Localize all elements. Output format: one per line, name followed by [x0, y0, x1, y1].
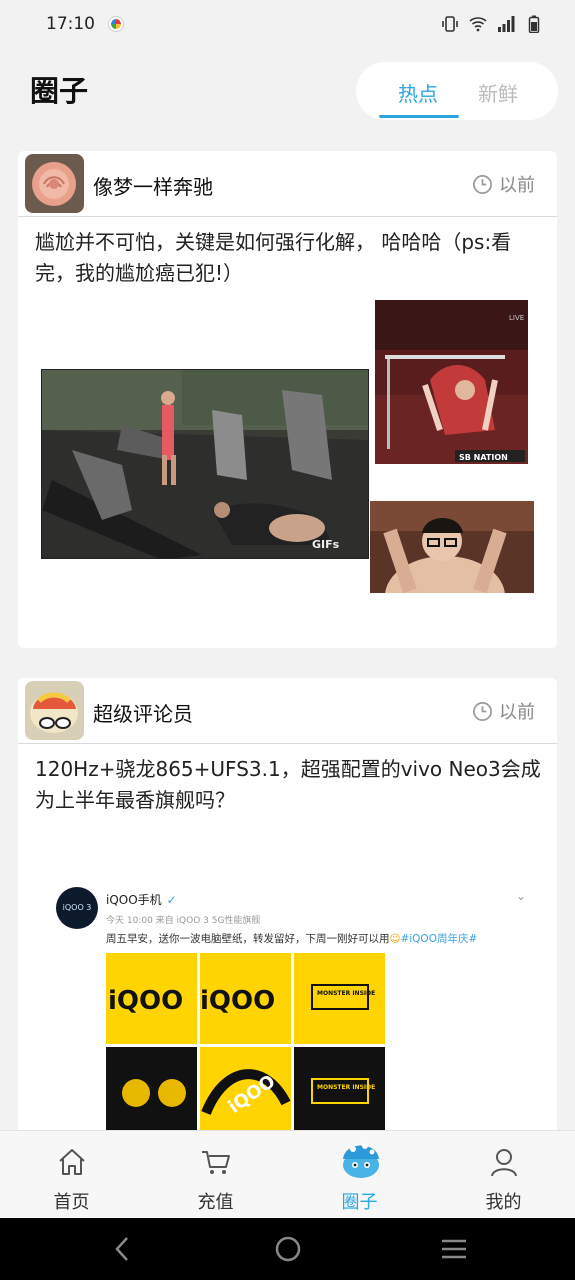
- post-image-gymnast[interactable]: SB NATION LIVE: [375, 300, 528, 464]
- post-image-iqoo-screenshot[interactable]: iQOO 3 iQOO手机 ✓ 今天 10:00 来自 iQOO 3 5G性能旗…: [54, 883, 534, 1138]
- home-circle-icon[interactable]: [274, 1234, 302, 1264]
- header: 圈子 热点 新鲜: [0, 48, 575, 138]
- post-text: 尴尬并不可怕，关键是如何强行化解， 哈哈哈（ps:看完，我的尴尬癌已犯!）: [35, 230, 512, 285]
- clock-icon: [473, 701, 492, 721]
- post-image-gym[interactable]: GIFs: [41, 369, 369, 559]
- embed-meta: 今天 10:00 来自 iQOO 3 5G性能旗舰: [106, 916, 261, 926]
- username[interactable]: 超级评论员: [93, 698, 193, 727]
- post-time-label: 以前: [499, 702, 535, 723]
- cart-icon: [201, 1151, 230, 1174]
- home-icon: [58, 1149, 85, 1175]
- iqoo-logo-avatar: iQOO 3: [56, 887, 98, 929]
- app-notification-icon: [109, 17, 123, 31]
- tab-new[interactable]: 新鲜: [478, 78, 518, 107]
- system-nav-bar: [0, 1218, 575, 1280]
- emoji-icon: ☺: [389, 933, 401, 945]
- tab-hot[interactable]: 热点: [398, 78, 438, 107]
- image-caption-sbnation: SB NATION: [459, 453, 508, 462]
- post-image-man[interactable]: [370, 501, 534, 593]
- clock-icon: [473, 174, 492, 194]
- embed-account-row: iQOO手机 ✓: [106, 891, 177, 908]
- post-card[interactable]: 像梦一样奔驰 以前 尴尬并不可怕，关键是如何强行化解， 哈哈哈（ps:看完，我的…: [18, 151, 557, 648]
- image-caption-gifs: GIFs: [312, 538, 340, 551]
- post-card[interactable]: 超级评论员 以前 120Hz+骁龙865+UFS3.1，超强配置的vivo Ne…: [18, 678, 557, 1138]
- nav-home-label: 首页: [53, 1192, 90, 1213]
- embed-hashtag: #iQOO周年庆#: [400, 933, 478, 945]
- nav-mine[interactable]: 我的: [432, 1131, 575, 1219]
- embed-chevron-down-icon: ⌄: [515, 889, 526, 903]
- active-tab-indicator: [379, 115, 459, 118]
- svg-text:iQOO: iQOO: [108, 986, 183, 1016]
- avatar[interactable]: [25, 681, 84, 740]
- page-title: 圈子: [30, 74, 89, 108]
- status-bar: 17:10: [0, 0, 575, 48]
- nav-recharge[interactable]: 充值: [144, 1131, 287, 1219]
- wallpaper-grid: iQOO iQOO MONSTER INSIDE iQOO MONSTER IN…: [106, 953, 385, 1138]
- status-time: 17:10: [46, 14, 95, 34]
- signal-icon: [498, 16, 515, 32]
- avatar[interactable]: [25, 154, 84, 213]
- wifi-icon: [469, 17, 487, 32]
- menu-icon[interactable]: [440, 1234, 468, 1264]
- post-time-label: 以前: [499, 175, 535, 196]
- post-time: 以前: [472, 698, 535, 724]
- tile-text-2: MONSTER INSIDE: [317, 1084, 375, 1091]
- image-caption-live: LIVE: [509, 314, 524, 322]
- user-icon: [490, 1149, 517, 1177]
- post-header: 像梦一样奔驰 以前: [18, 151, 557, 217]
- tab-switcher: 热点 新鲜: [356, 62, 558, 120]
- embed-account-name: iQOO手机: [106, 893, 162, 907]
- embed-body-text: 周五早安，送你一波电脑壁纸，转发留好，下周一刚好可以用: [106, 933, 390, 945]
- tile-text-1: MONSTER INSIDE: [317, 990, 375, 997]
- nav-circle[interactable]: 圈子: [288, 1131, 431, 1219]
- username[interactable]: 像梦一样奔驰: [93, 171, 213, 200]
- nav-circle-label: 圈子: [341, 1192, 378, 1213]
- nav-recharge-label: 充值: [197, 1192, 234, 1213]
- svg-text:iQOO: iQOO: [200, 986, 275, 1016]
- bottom-nav: 首页 充值 圈子 我的: [0, 1130, 575, 1218]
- circle-mascot-icon: [342, 1143, 379, 1178]
- vibrate-icon: [442, 16, 458, 32]
- verified-icon: ✓: [166, 892, 177, 907]
- post-text: 120Hz+骁龙865+UFS3.1，超强配置的vivo Neo3会成为上半年最…: [35, 757, 541, 812]
- post-header: 超级评论员 以前: [18, 678, 557, 744]
- battery-icon: [528, 15, 540, 33]
- nav-mine-label: 我的: [485, 1192, 522, 1213]
- iqoo-logo-text: iQOO 3: [62, 903, 92, 912]
- post-time: 以前: [472, 171, 535, 197]
- back-icon[interactable]: [110, 1234, 134, 1264]
- nav-home[interactable]: 首页: [0, 1131, 143, 1219]
- embed-body: 周五早安，送你一波电脑壁纸，转发留好，下周一刚好可以用☺#iQOO周年庆#: [106, 931, 477, 946]
